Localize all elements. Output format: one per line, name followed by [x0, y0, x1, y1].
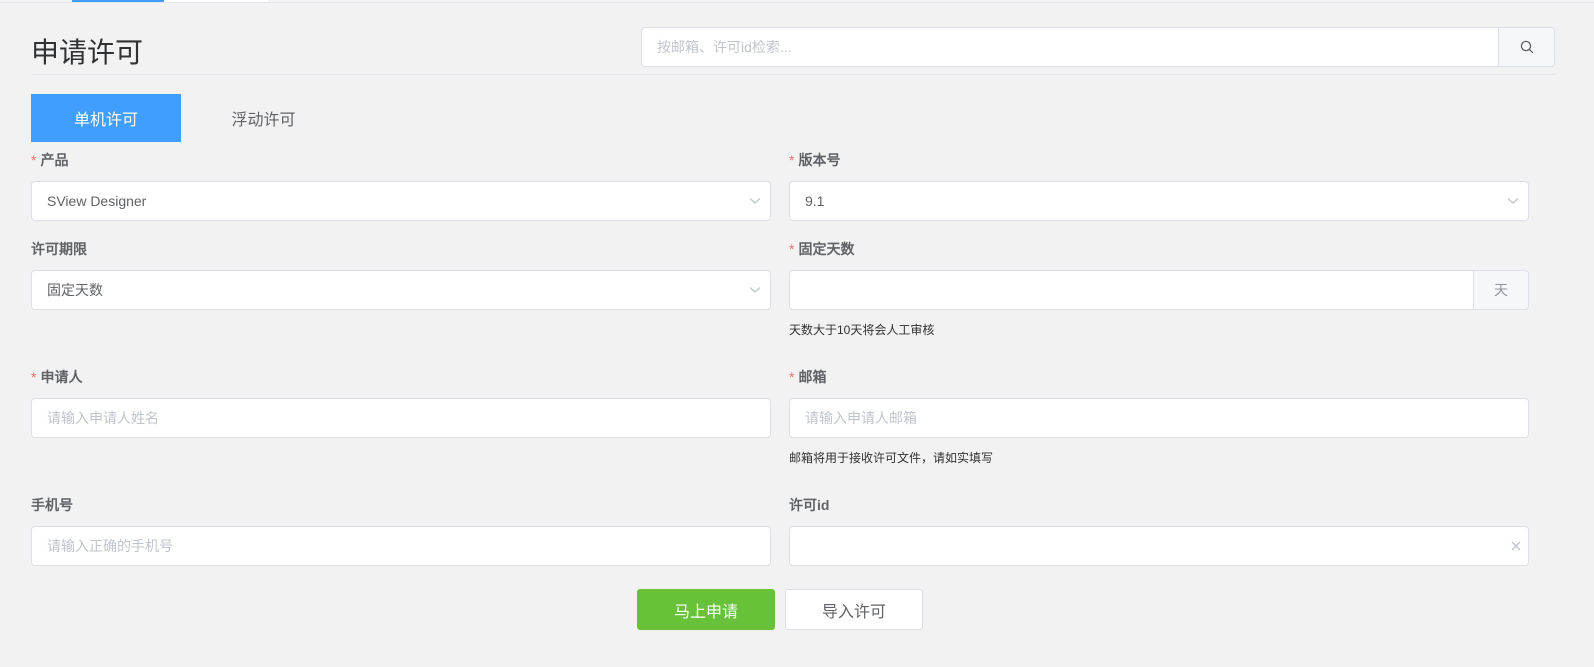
fixed-days-field: * 固定天数 天 天数大于10天将会人工审核	[789, 239, 1529, 338]
chevron-down-icon	[1498, 197, 1528, 205]
period-value: 固定天数	[47, 282, 103, 298]
version-label: * 版本号	[789, 152, 841, 168]
required-marker: *	[789, 369, 795, 385]
email-hint: 邮箱将用于接收许可文件，请如实填写	[789, 451, 994, 465]
license-type-tabs: 单机许可 浮动许可	[31, 94, 346, 142]
product-select[interactable]: SView Designer	[31, 181, 771, 221]
product-field: * 产品 SView Designer	[31, 150, 771, 221]
period-label: 许可期限	[31, 241, 87, 257]
search-button[interactable]	[1498, 28, 1554, 66]
email-placeholder: 请输入申请人邮箱	[805, 410, 917, 426]
chevron-down-icon	[740, 197, 770, 205]
nav-tab-edge	[164, 0, 268, 3]
version-value: 9.1	[805, 193, 825, 209]
page-title: 申请许可	[31, 37, 144, 68]
period-field: 许可期限 固定天数	[31, 239, 771, 310]
applicant-field: * 申请人 请输入申请人姓名	[31, 367, 771, 438]
top-nav-strip	[0, 0, 1594, 3]
license-id-label: 许可id	[789, 497, 830, 513]
search-icon	[1520, 40, 1533, 54]
email-label: * 邮箱	[789, 369, 827, 385]
tab-floating-license[interactable]: 浮动许可	[181, 94, 346, 142]
fixed-days-input-group: 天	[789, 270, 1529, 310]
email-field: * 邮箱 请输入申请人邮箱 邮箱将用于接收许可文件，请如实填写	[789, 367, 1529, 466]
applicant-placeholder: 请输入申请人姓名	[47, 410, 159, 426]
phone-label: 手机号	[31, 497, 73, 513]
form-actions: 马上申请 导入许可	[637, 589, 923, 630]
phone-field: 手机号 请输入正确的手机号	[31, 495, 771, 566]
version-field: * 版本号 9.1	[789, 150, 1529, 221]
clear-icon[interactable]	[1504, 541, 1528, 551]
product-value: SView Designer	[47, 193, 147, 209]
required-marker: *	[789, 241, 795, 257]
period-select[interactable]: 固定天数	[31, 270, 771, 310]
fixed-days-hint: 天数大于10天将会人工审核	[789, 323, 935, 337]
fixed-days-unit: 天	[1473, 271, 1528, 309]
license-id-field: 许可id	[789, 495, 1529, 566]
applicant-input[interactable]: 请输入申请人姓名	[31, 398, 771, 438]
import-license-button[interactable]: 导入许可	[785, 589, 923, 630]
search-box	[641, 27, 1555, 67]
version-select[interactable]: 9.1	[789, 181, 1529, 221]
chevron-down-icon	[740, 286, 770, 294]
required-marker: *	[31, 152, 37, 168]
applicant-label: * 申请人	[31, 369, 83, 385]
tab-standalone-license[interactable]: 单机许可	[31, 94, 181, 142]
email-input[interactable]: 请输入申请人邮箱	[789, 398, 1529, 438]
fixed-days-label: * 固定天数	[789, 241, 855, 257]
nav-active-indicator	[72, 0, 164, 2]
product-label: * 产品	[31, 152, 69, 168]
required-marker: *	[789, 152, 795, 168]
search-input[interactable]	[642, 28, 1498, 66]
license-id-input[interactable]	[789, 526, 1529, 566]
phone-placeholder: 请输入正确的手机号	[47, 538, 173, 554]
page-header: 申请许可	[31, 27, 1555, 75]
required-marker: *	[31, 369, 37, 385]
phone-input[interactable]: 请输入正确的手机号	[31, 526, 771, 566]
submit-button[interactable]: 马上申请	[637, 589, 775, 630]
